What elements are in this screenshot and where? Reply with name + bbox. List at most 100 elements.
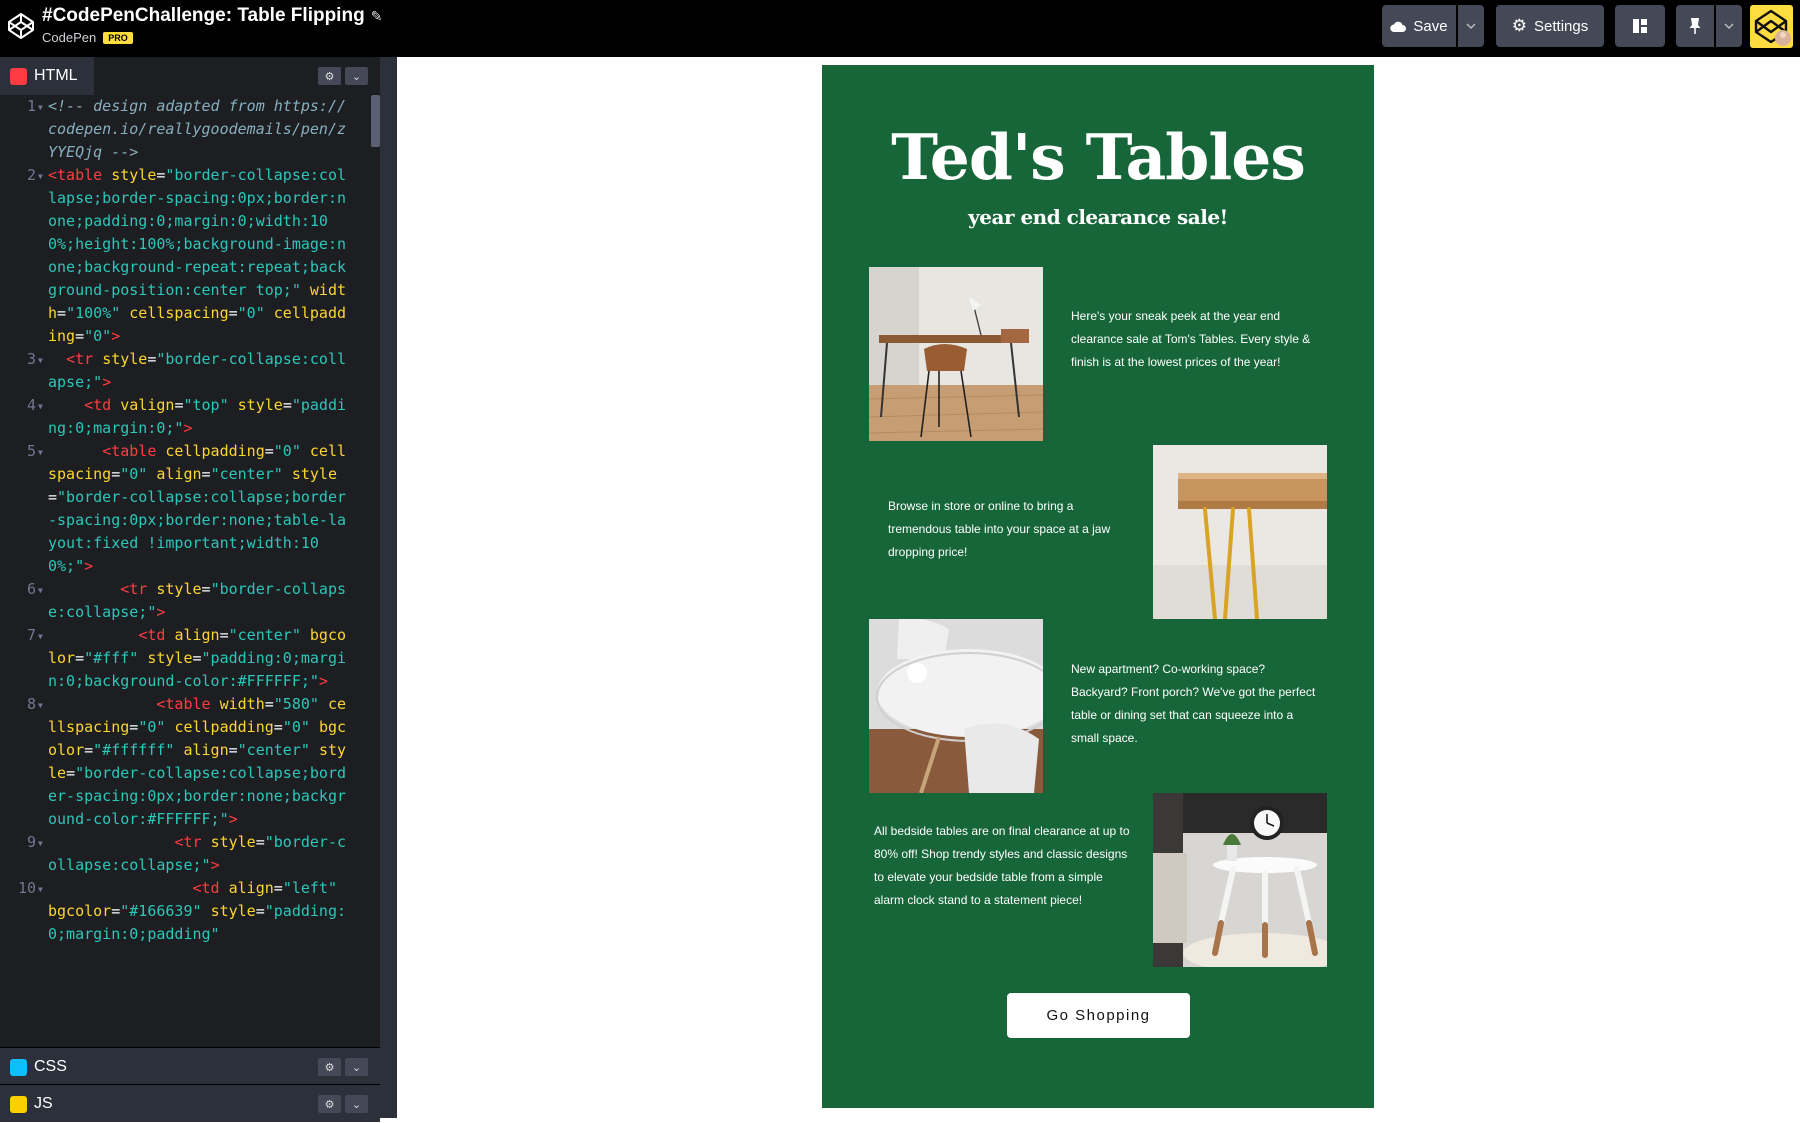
- fold-toggle-icon[interactable]: ▼: [38, 578, 48, 624]
- code-token: bgcolor: [48, 902, 112, 920]
- fold-toggle-icon[interactable]: ▼: [38, 693, 48, 831]
- fold-toggle-icon[interactable]: ▼: [38, 164, 48, 348]
- fold-toggle-icon[interactable]: ▼: [38, 877, 48, 946]
- code-text: <tr style="border-collapse:collapse;">: [48, 348, 348, 394]
- settings-button[interactable]: ⚙ Settings: [1496, 5, 1604, 47]
- code-token: style: [237, 396, 283, 414]
- code-token: style: [147, 649, 193, 667]
- user-avatar[interactable]: [1750, 5, 1793, 48]
- code-token: <td: [48, 626, 175, 644]
- round-table-photo: [869, 619, 1043, 793]
- code-token: style: [111, 166, 157, 184]
- code-scrollbar[interactable]: [371, 95, 380, 147]
- chevron-down-icon: [1466, 23, 1476, 29]
- fold-toggle-icon[interactable]: ▼: [38, 95, 48, 164]
- code-token: =: [282, 396, 292, 414]
- code-token: <tr: [48, 580, 157, 598]
- pin-button[interactable]: [1676, 5, 1714, 47]
- code-token: =: [201, 580, 211, 598]
- paragraph-1: Here's your sneak peek at the year end c…: [1071, 309, 1311, 369]
- css-collapse-button[interactable]: ⌄: [345, 1058, 368, 1076]
- pencil-icon[interactable]: ✎: [371, 8, 383, 24]
- html-code-editor[interactable]: 1 ▼ <!-- design adapted from https://codep…: [0, 95, 370, 1045]
- code-token: "0": [273, 442, 301, 460]
- tab-js[interactable]: JS: [0, 1085, 69, 1123]
- fold-toggle-icon[interactable]: ▼: [38, 440, 48, 578]
- pen-title[interactable]: #CodePenChallenge: Table Flipping ✎: [42, 5, 382, 27]
- line-number: 10: [17, 879, 36, 897]
- fold-toggle-icon[interactable]: ▼: [38, 624, 48, 693]
- js-settings-button[interactable]: ⚙: [318, 1095, 341, 1113]
- line-number: 5: [26, 442, 36, 460]
- code-token: style: [291, 465, 337, 483]
- fold-toggle-icon[interactable]: ▼: [38, 394, 48, 440]
- code-token: "0": [138, 718, 166, 736]
- code-token: >: [318, 672, 328, 690]
- tab-html[interactable]: HTML: [0, 57, 94, 95]
- tab-css-label: CSS: [34, 1058, 67, 1075]
- code-token: =: [84, 741, 94, 759]
- tab-css[interactable]: CSS: [0, 1048, 83, 1086]
- codepen-logo-icon[interactable]: [7, 12, 35, 40]
- code-token: =: [129, 718, 139, 736]
- code-line[interactable]: 1 ▼ <!-- design adapted from https://codep…: [0, 95, 370, 164]
- code-text: <table cellpadding="0" cellspacing="0" a…: [48, 440, 348, 578]
- code-line[interactable]: 3 ▼ <tr style="border-collapse:collapse;"…: [0, 348, 370, 394]
- code-token: "center": [210, 465, 283, 483]
- code-token: "0": [282, 718, 310, 736]
- code-token: style: [210, 902, 256, 920]
- html-settings-button[interactable]: ⚙: [318, 67, 341, 85]
- css-settings-button[interactable]: ⚙: [318, 1058, 341, 1076]
- fold-toggle-icon[interactable]: ▼: [38, 831, 48, 877]
- code-token: =: [255, 833, 265, 851]
- code-token: "#ffffff": [93, 741, 175, 759]
- code-token: "center": [228, 626, 301, 644]
- save-button[interactable]: Save: [1382, 5, 1456, 47]
- js-collapse-button[interactable]: ⌄: [345, 1095, 368, 1113]
- css-pane-header: CSS ⚙ ⌄: [0, 1047, 380, 1085]
- code-line[interactable]: 2 ▼ <table style = "border-collapse:collapse…: [0, 164, 370, 348]
- code-text: <td valign="top" style="padding:0;margin…: [48, 394, 348, 440]
- code-token: <td: [48, 879, 229, 897]
- change-view-button[interactable]: [1615, 5, 1665, 47]
- code-line[interactable]: 4 ▼ <td valign="top" style="padding:0;mar…: [0, 394, 370, 440]
- code-token: "#fff": [84, 649, 139, 667]
- top-bar: #CodePenChallenge: Table Flipping ✎ CodeP…: [0, 0, 1800, 57]
- code-line[interactable]: 8 ▼ <table width="580" cellspacing="0" ce…: [0, 693, 370, 831]
- code-line[interactable]: 5 ▼ <table cellpadding="0" cellspacing="0…: [0, 440, 370, 578]
- line-number: 3: [26, 350, 36, 368]
- pin-dropdown-button[interactable]: [1716, 5, 1742, 47]
- code-token: cellpadding: [165, 442, 265, 460]
- fold-toggle-icon[interactable]: ▼: [38, 348, 48, 394]
- code-line[interactable]: 10 ▼ <td align="left" bgcolor="#166639" s…: [0, 877, 370, 946]
- code-line[interactable]: 6 ▼ <tr style="border-collapse:collapse;"…: [0, 578, 370, 624]
- line-number: 9: [26, 833, 36, 851]
- code-line[interactable]: 7 ▼ <td align="center" bgcolor="#fff" sty…: [0, 624, 370, 693]
- code-token: align: [156, 465, 202, 483]
- code-token: "0": [120, 465, 148, 483]
- owner-name[interactable]: CodePen: [42, 30, 96, 45]
- code-line[interactable]: 9 ▼ <tr style="border-collapse:collapse;"…: [0, 831, 370, 877]
- go-shopping-button[interactable]: Go Shopping: [1007, 993, 1190, 1038]
- chevron-down-icon: ⌄: [351, 1060, 362, 1074]
- code-token: =: [75, 649, 85, 667]
- save-dropdown-button[interactable]: [1458, 5, 1484, 47]
- codepen-avatar-icon: [1754, 9, 1791, 46]
- line-number: 7: [26, 626, 36, 644]
- code-token: >: [228, 810, 238, 828]
- code-token: style: [210, 833, 256, 851]
- table-leg-photo: [1153, 445, 1327, 619]
- code-token: =: [228, 304, 238, 322]
- code-text: <td align="left" bgcolor="#166639" style…: [48, 877, 348, 946]
- code-token: =: [66, 764, 76, 782]
- editor-resize-handle[interactable]: [380, 57, 397, 1118]
- html-collapse-button[interactable]: ⌄: [345, 67, 368, 85]
- desk-photo: [869, 267, 1043, 441]
- settings-label: Settings: [1534, 17, 1589, 35]
- js-icon: [10, 1095, 27, 1113]
